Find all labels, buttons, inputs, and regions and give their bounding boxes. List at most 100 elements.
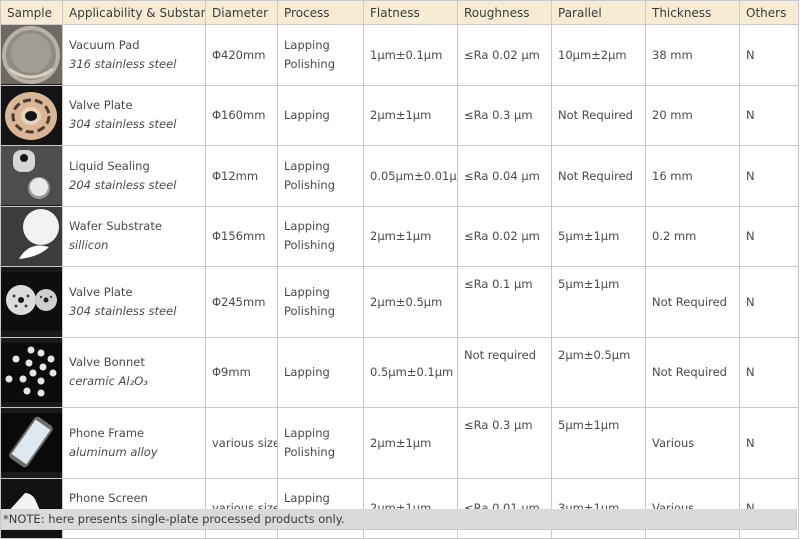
wafer-substrate-photo-icon: [1, 206, 62, 266]
product-material: aluminum alloy: [69, 444, 158, 459]
product-name: Wafer Substrate: [69, 219, 162, 234]
product-name: Valve Bonnet: [69, 355, 145, 370]
thickness-cell: 0.2 mm: [645, 205, 740, 267]
process-cell: Lapping Polishing: [277, 145, 364, 207]
table-row: Valve Plate 304 stainless steel Φ245mm L…: [0, 266, 799, 338]
product-name: Valve Plate: [69, 98, 133, 113]
diameter-cell: Φ245mm: [205, 266, 278, 338]
header-sample: Sample: [0, 0, 63, 25]
parallel-cell: Not Required: [551, 84, 646, 146]
product-name: Vacuum Pad: [69, 37, 140, 52]
parallel-cell: 10μm±2μm: [551, 24, 646, 86]
parallel-cell: 2μm±0.5μm: [551, 336, 646, 408]
process-step: Polishing: [284, 56, 336, 71]
process-step: Lapping: [284, 158, 330, 173]
thickness-cell: 38 mm: [645, 24, 740, 86]
parallel-cell: 5μm±1μm: [551, 205, 646, 267]
header-flatness: Flatness: [363, 0, 458, 25]
applicability-cell: Vacuum Pad 316 stainless steel: [62, 24, 206, 86]
sample-cell: [0, 266, 63, 338]
product-material: ceramic Al₂O₃: [69, 374, 148, 389]
process-step: Lapping: [284, 491, 330, 506]
table-row: Liquid Sealing 204 stainless steel Φ12mm…: [0, 145, 799, 207]
flatness-cell: 0.5μm±0.1μm: [363, 336, 458, 408]
table-row: Wafer Substrate sillicon Φ156mm Lapping …: [0, 205, 799, 267]
process-step: Polishing: [284, 303, 336, 318]
sample-cell: [0, 84, 63, 146]
applicability-cell: Valve Plate 304 stainless steel: [62, 266, 206, 338]
thickness-cell: Not Required: [645, 336, 740, 408]
diameter-cell: Φ420mm: [205, 24, 278, 86]
others-cell: N: [739, 407, 799, 479]
header-roughness: Roughness: [457, 0, 552, 25]
process-cell: Lapping Polishing: [277, 407, 364, 479]
header-thickness: Thickness: [645, 0, 740, 25]
diameter-cell: Φ12mm: [205, 145, 278, 207]
flatness-cell: 2μm±1μm: [363, 84, 458, 146]
product-material: 304 stainless steel: [69, 303, 177, 318]
sample-cell: [0, 336, 63, 408]
applicability-cell: Wafer Substrate sillicon: [62, 205, 206, 267]
header-process: Process: [277, 0, 364, 25]
parallel-cell: 5μm±1μm: [551, 407, 646, 479]
valve-plate-photo-icon: [1, 272, 62, 332]
table-row: Valve Bonnet ceramic Al₂O₃ Φ9mm Lapping …: [0, 336, 799, 408]
vacuum-pad-photo-icon: [1, 25, 62, 85]
sample-cell: [0, 205, 63, 267]
footer-note: *NOTE: here presents single-plate proces…: [0, 509, 797, 530]
sample-cell: [0, 24, 63, 86]
product-name: Liquid Sealing: [69, 158, 150, 173]
sample-cell: [0, 407, 63, 479]
product-material: 204 stainless steel: [69, 177, 177, 192]
table-row: Phone Frame aluminum alloy various size …: [0, 407, 799, 479]
parallel-cell: Not Required: [551, 145, 646, 207]
sample-cell: [0, 145, 63, 207]
header-diameter: Diameter: [205, 0, 278, 25]
others-cell: N: [739, 84, 799, 146]
phone-frame-photo-icon: [1, 413, 62, 473]
others-cell: N: [739, 205, 799, 267]
applicability-cell: Valve Plate 304 stainless steel: [62, 84, 206, 146]
process-step: Lapping: [284, 107, 330, 122]
diameter-cell: Φ160mm: [205, 84, 278, 146]
applicability-cell: Phone Frame aluminum alloy: [62, 407, 206, 479]
roughness-cell: ≤Ra 0.02 μm: [457, 205, 552, 267]
roughness-cell: ≤Ra 0.1 μm: [457, 266, 552, 338]
roughness-cell: ≤Ra 0.02 μm: [457, 24, 552, 86]
process-step: Polishing: [284, 177, 336, 192]
header-others: Others: [739, 0, 799, 25]
parallel-cell: 5μm±1μm: [551, 266, 646, 338]
liquid-sealing-photo-icon: [1, 146, 62, 206]
header-row: Sample Applicability & Substance Diamete…: [0, 0, 799, 25]
process-cell: Lapping Polishing: [277, 24, 364, 86]
product-spec-table: Sample Applicability & Substance Diamete…: [0, 0, 799, 539]
others-cell: N: [739, 336, 799, 408]
flatness-cell: 2μm±0.5μm: [363, 266, 458, 338]
product-material: sillicon: [69, 238, 109, 253]
process-cell: Lapping Polishing: [277, 266, 364, 338]
table-row: Vacuum Pad 316 stainless steel Φ420mm La…: [0, 24, 799, 86]
process-cell: Lapping Polishing: [277, 205, 364, 267]
process-step: Lapping: [284, 364, 330, 379]
diameter-cell: Φ9mm: [205, 336, 278, 408]
flatness-cell: 2μm±1μm: [363, 407, 458, 479]
valve-plate-photo-icon: [1, 85, 62, 145]
product-material: 304 stainless steel: [69, 117, 177, 132]
others-cell: N: [739, 24, 799, 86]
thickness-cell: 20 mm: [645, 84, 740, 146]
valve-bonnet-photo-icon: [1, 342, 62, 402]
process-cell: Lapping: [277, 84, 364, 146]
product-name: Phone Frame: [69, 425, 145, 440]
others-cell: N: [739, 145, 799, 207]
thickness-cell: Various: [645, 407, 740, 479]
roughness-cell: ≤Ra 0.3 μm: [457, 84, 552, 146]
product-name: Valve Plate: [69, 284, 133, 299]
applicability-cell: Liquid Sealing 204 stainless steel: [62, 145, 206, 207]
process-cell: Lapping: [277, 336, 364, 408]
process-step: Lapping: [284, 425, 330, 440]
diameter-cell: Φ156mm: [205, 205, 278, 267]
flatness-cell: 1μm±0.1μm: [363, 24, 458, 86]
process-step: Lapping: [284, 37, 330, 52]
applicability-cell: Valve Bonnet ceramic Al₂O₃: [62, 336, 206, 408]
diameter-cell: various size: [205, 407, 278, 479]
